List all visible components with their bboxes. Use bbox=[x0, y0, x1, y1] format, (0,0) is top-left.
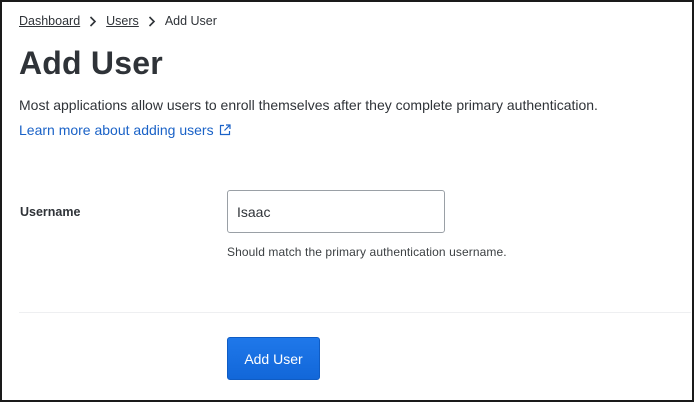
app-window: Dashboard Users Add User Add User Most a… bbox=[0, 0, 694, 402]
page-title: Add User bbox=[19, 45, 163, 81]
breadcrumb-current: Add User bbox=[164, 14, 217, 28]
breadcrumb: Dashboard Users Add User bbox=[19, 12, 217, 30]
username-hint: Should match the primary authentication … bbox=[227, 245, 507, 259]
learn-more-label: Learn more about adding users bbox=[19, 122, 214, 138]
breadcrumb-link-users[interactable]: Users bbox=[106, 14, 139, 28]
learn-more-link[interactable]: Learn more about adding users bbox=[19, 122, 231, 138]
add-user-button[interactable]: Add User bbox=[227, 337, 320, 380]
chevron-right-icon bbox=[139, 13, 165, 29]
form-divider bbox=[19, 312, 691, 313]
username-input[interactable] bbox=[227, 190, 445, 233]
chevron-right-icon bbox=[80, 13, 106, 29]
page-description: Most applications allow users to enroll … bbox=[19, 97, 598, 113]
username-label: Username bbox=[20, 205, 81, 219]
external-link-icon bbox=[219, 124, 231, 136]
breadcrumb-link-dashboard[interactable]: Dashboard bbox=[19, 14, 80, 28]
